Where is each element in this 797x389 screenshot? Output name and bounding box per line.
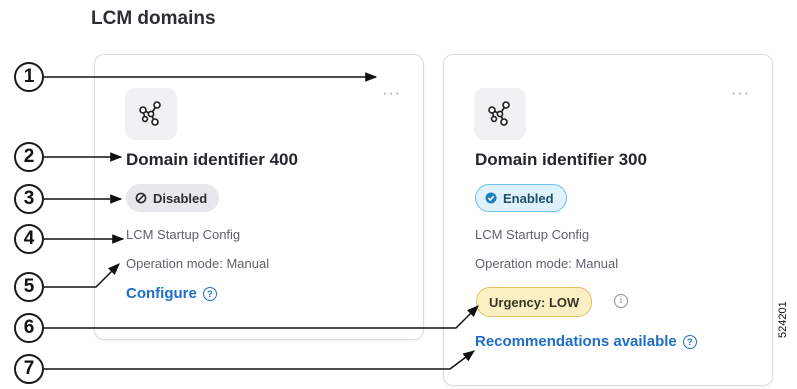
domain-card: ··· Domain identifier 400 Disabled LCM S… [94,54,424,340]
callout-7-arrow [44,350,475,370]
domain-card: ··· Domain identifier 300 Enabled LCM St… [443,54,773,386]
callout-6: 6 [14,313,44,343]
status-label: Enabled [503,190,554,206]
status-label: Disabled [153,190,208,206]
status-badge: Disabled [126,184,220,212]
operation-mode-label: Operation mode: Manual [475,256,619,271]
figure-id: 524201 [777,301,789,338]
domain-name: Domain identifier 400 [126,150,298,169]
check-circle-icon [485,192,497,204]
callout-1: 1 [14,62,44,92]
operation-mode-label: Operation mode: Manual [126,256,270,271]
configure-link[interactable]: Configure ? [126,285,217,302]
callout-5: 5 [14,272,44,302]
help-icon[interactable]: ? [202,286,217,301]
startup-config-label: LCM Startup Config [475,227,590,242]
domain-topology-icon [125,88,177,140]
domain-name: Domain identifier 300 [475,150,647,169]
callout-7: 7 [14,354,44,384]
callout-2: 2 [14,142,44,172]
callout-4: 4 [14,224,44,254]
disabled-icon [135,192,147,204]
startup-config-label: LCM Startup Config [126,227,241,242]
domain-topology-icon [474,88,526,140]
info-icon[interactable]: i [614,294,628,308]
more-options-icon[interactable]: ··· [731,86,750,102]
callout-3: 3 [14,184,44,214]
help-icon[interactable]: ? [682,334,697,349]
recommendations-label: Recommendations available [475,333,677,350]
more-options-icon[interactable]: ··· [382,86,401,102]
status-badge: Enabled [475,184,567,212]
page-title: LCM domains [91,8,216,29]
configure-label: Configure [126,285,197,302]
urgency-badge: Urgency: LOW [476,287,593,317]
recommendations-link[interactable]: Recommendations available ? [475,333,697,350]
